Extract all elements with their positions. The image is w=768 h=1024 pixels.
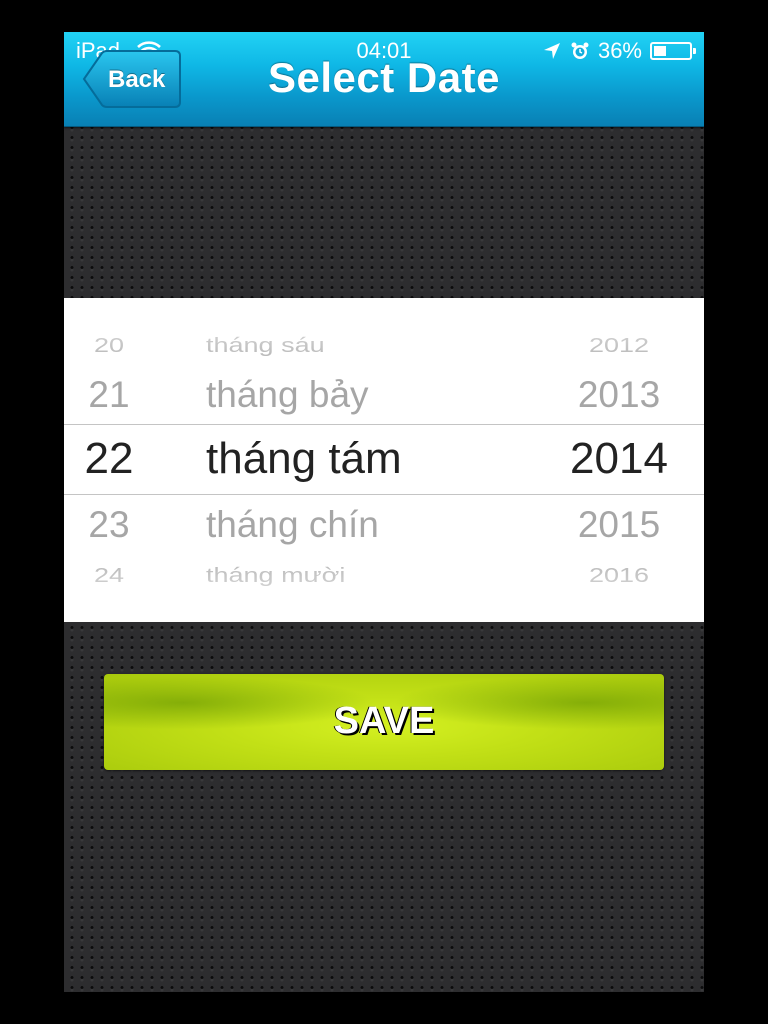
picker-month-option[interactable]: tháng bảy	[194, 374, 554, 416]
save-button[interactable]: SAVE	[104, 674, 664, 770]
picker-day-selected[interactable]: 22	[64, 434, 154, 484]
picker-day-option[interactable]: 20	[64, 334, 154, 357]
picker-day-option[interactable]: 24	[64, 564, 154, 587]
picker-column-day[interactable]: 20 21 22 23 24	[64, 298, 154, 622]
picker-month-option[interactable]: tháng sáu	[194, 334, 554, 357]
page-title: Select Date	[268, 54, 500, 101]
picker-month-selected[interactable]: tháng tám	[194, 434, 554, 484]
app-screen: iPad 04:01 36% Back Select Date 20 21 22…	[64, 32, 704, 992]
picker-year-option[interactable]: 2016	[534, 564, 704, 587]
picker-month-option[interactable]: tháng mười	[194, 564, 554, 587]
picker-column-year[interactable]: 2012 2013 2014 2015 2016	[534, 298, 704, 622]
picker-day-option[interactable]: 23	[64, 504, 154, 546]
picker-year-option[interactable]: 2012	[534, 334, 704, 357]
picker-day-option[interactable]: 21	[64, 374, 154, 416]
selection-indicator-top	[64, 424, 704, 425]
picker-year-option[interactable]: 2015	[534, 504, 704, 546]
navigation-bar: iPad 04:01 36% Back Select Date	[64, 32, 704, 127]
picker-year-option[interactable]: 2013	[534, 374, 704, 416]
date-picker[interactable]: 20 21 22 23 24 tháng sáu tháng bảy tháng…	[64, 298, 704, 622]
picker-year-selected[interactable]: 2014	[534, 434, 704, 484]
selection-indicator-bottom	[64, 494, 704, 495]
picker-column-month[interactable]: tháng sáu tháng bảy tháng tám tháng chín…	[194, 298, 554, 622]
picker-month-option[interactable]: tháng chín	[194, 504, 554, 546]
save-button-label: SAVE	[333, 700, 435, 742]
